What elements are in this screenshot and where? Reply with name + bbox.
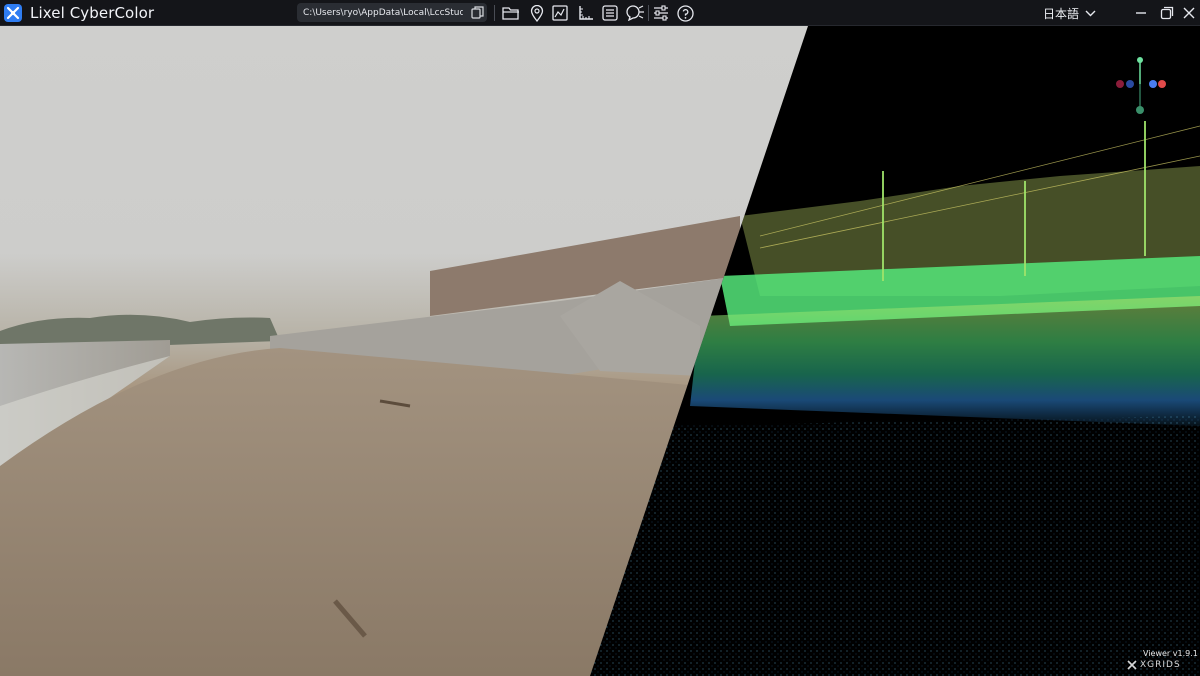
measure-icon	[579, 6, 593, 20]
chevron-down-icon	[1085, 10, 1096, 17]
list-icon	[602, 5, 618, 21]
help-button[interactable]	[675, 3, 695, 23]
xgrids-brand: XGRIDS	[1127, 660, 1181, 670]
toolbar-divider	[494, 5, 495, 21]
path-field[interactable]: C:\Users\ryo\AppData\Local\LccStudio\D	[297, 3, 487, 22]
app-brand: Lixel CyberColor	[0, 3, 155, 22]
axis-gizmo[interactable]	[1110, 54, 1170, 144]
open-folder-button[interactable]	[501, 3, 521, 23]
language-select[interactable]: 日本語	[1043, 5, 1096, 22]
minimize-icon	[1136, 12, 1146, 14]
x-axis-icon	[1158, 80, 1166, 88]
app-title: Lixel CyberColor	[30, 3, 155, 22]
image-chart-button[interactable]	[550, 3, 570, 23]
scene-viewport[interactable]: Viewer v1.9.1 XGRIDS	[0, 26, 1200, 676]
toolbar-divider	[648, 5, 649, 21]
settings-button[interactable]	[651, 3, 671, 23]
measure-button[interactable]	[576, 3, 596, 23]
minimize-button[interactable]	[1132, 4, 1150, 22]
location-pin-icon	[530, 4, 544, 22]
location-button[interactable]	[527, 3, 547, 23]
title-bar: Lixel CyberColor C:\Users\ryo\AppData\Lo…	[0, 0, 1200, 26]
maximize-button[interactable]	[1158, 4, 1176, 22]
sliders-icon	[654, 5, 668, 21]
help-icon	[676, 4, 694, 22]
close-icon	[1183, 7, 1195, 19]
path-text: C:\Users\ryo\AppData\Local\LccStudio\D	[303, 7, 463, 18]
xgrids-logo-icon	[1127, 660, 1137, 670]
copy-path-button[interactable]	[469, 5, 485, 20]
folder-icon	[502, 7, 519, 20]
z-axis-icon	[1149, 80, 1157, 88]
brand-label: XGRIDS	[1140, 660, 1181, 670]
list-button[interactable]	[600, 3, 620, 23]
viewer-version: Viewer v1.9.1	[1143, 649, 1198, 658]
language-label: 日本語	[1043, 7, 1080, 21]
annotation-button[interactable]	[625, 3, 645, 23]
close-button[interactable]	[1180, 4, 1198, 22]
image-chart-icon	[552, 5, 568, 21]
copy-icon	[470, 6, 484, 19]
bubble-icon	[626, 5, 644, 21]
app-logo-icon	[4, 3, 22, 22]
restore-icon	[1160, 6, 1174, 20]
y-axis-icon	[1137, 57, 1143, 63]
